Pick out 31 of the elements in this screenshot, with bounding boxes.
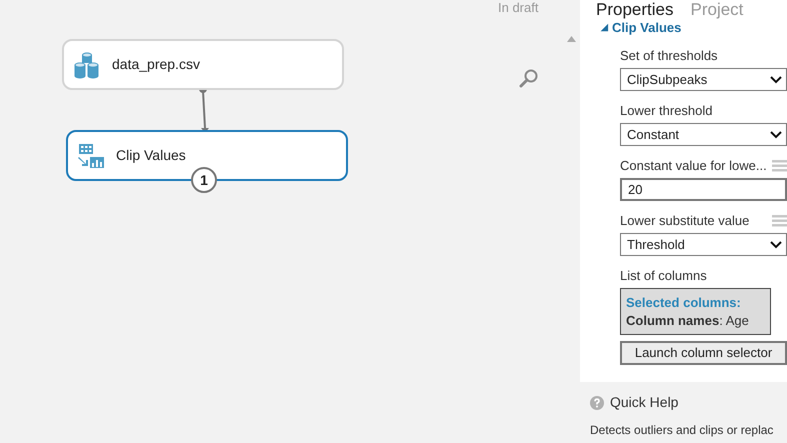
parameter-icon[interactable]	[772, 215, 787, 227]
chevron-down-icon	[770, 240, 782, 248]
module-label: Clip Values	[116, 146, 186, 165]
scroll-up-icon[interactable]	[567, 36, 576, 42]
chevron-down-icon	[770, 130, 782, 138]
field-label: List of columns	[620, 267, 707, 286]
module-label: data_prep.csv	[112, 55, 200, 74]
table-chart-icon	[78, 144, 104, 168]
help-icon[interactable]	[590, 396, 604, 410]
search-icon[interactable]	[519, 68, 539, 88]
database-icon	[74, 50, 100, 78]
section-header[interactable]: ◢ Clip Values	[596, 20, 787, 36]
dropdown-field[interactable]: Constant	[620, 123, 787, 146]
launch-column-selector-button[interactable]: Launch column selector	[620, 341, 787, 365]
field-label: Lower substitute value	[620, 212, 750, 230]
module-node[interactable]: data_prep.csv	[62, 39, 344, 90]
column-names-text: Column names: Age	[626, 312, 750, 330]
panel-tab[interactable]: Properties	[596, 0, 674, 20]
parameter-icon[interactable]	[772, 160, 787, 172]
field-label: Constant value for lowe...	[620, 157, 767, 176]
input-field[interactable]: 20	[620, 178, 787, 201]
dropdown-field[interactable]: Threshold	[620, 233, 787, 256]
quick-help-title: Quick Help	[610, 393, 678, 412]
chevron-down-icon	[770, 76, 782, 84]
dropdown-field[interactable]: ClipSubpeaks	[620, 68, 787, 91]
selected-columns-heading: Selected columns:	[626, 294, 742, 312]
quick-help-text: Detects outliers and clips or replac	[590, 422, 774, 439]
field-label: Set of thresholds	[620, 47, 718, 66]
output-port-badge[interactable]: 1	[191, 167, 217, 193]
field-label: Lower threshold	[620, 102, 712, 120]
draft-status: In draft	[498, 0, 538, 17]
